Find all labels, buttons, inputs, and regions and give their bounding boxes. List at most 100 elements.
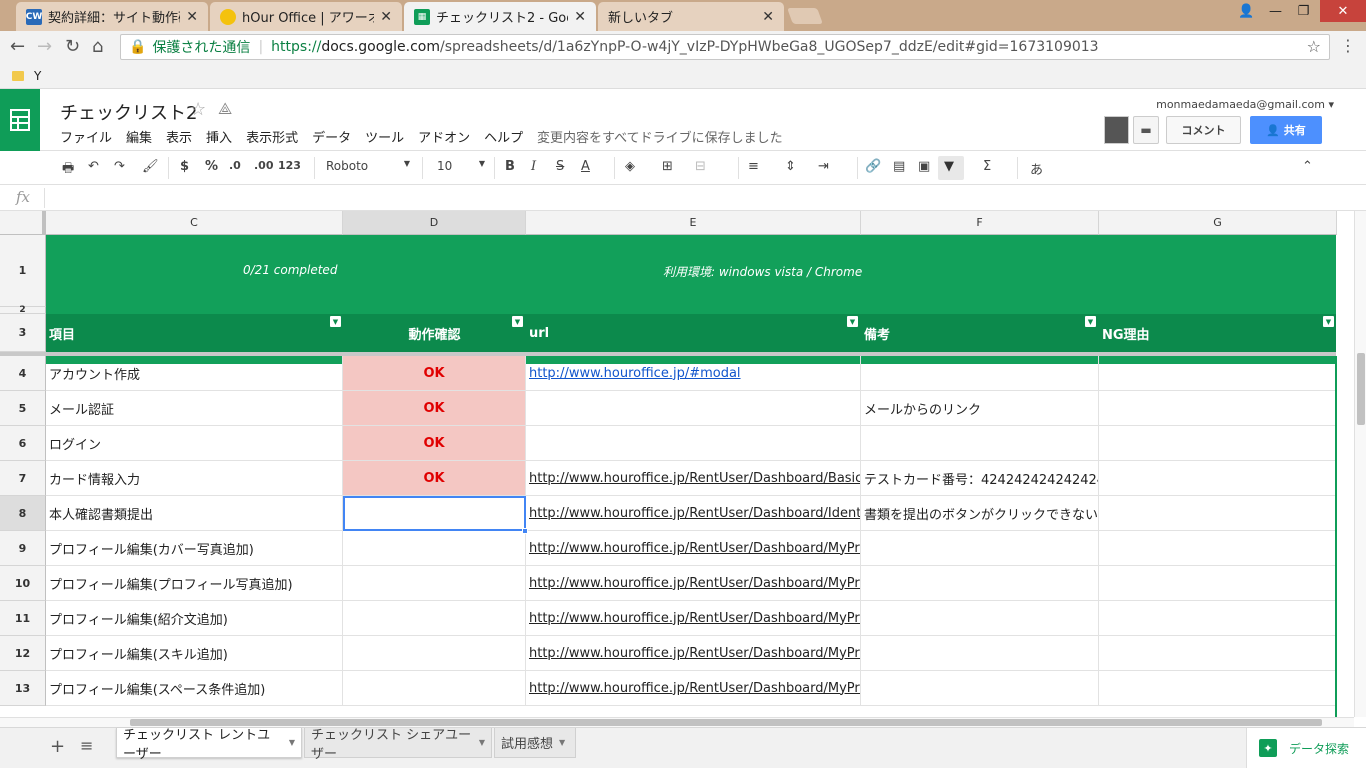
completed-count[interactable]: 0/21 completed bbox=[243, 263, 337, 277]
share-button[interactable]: 👤 共有 bbox=[1250, 116, 1322, 144]
cell-note[interactable]: テストカード番号：4242424242424242 bbox=[861, 461, 1099, 496]
sheet-tab-trial-feedback[interactable]: 試用感想 ▼ bbox=[494, 728, 576, 758]
cell-check[interactable]: OK bbox=[343, 391, 526, 426]
filter-dropdown-icon[interactable]: ▼ bbox=[1085, 316, 1096, 327]
browser-tab-contract[interactable]: CW 契約詳細：サイト動作確認 ✕ bbox=[16, 2, 208, 31]
decrease-decimal-button[interactable]: .0 bbox=[229, 159, 241, 172]
menu-dots-icon[interactable]: ⋮ bbox=[1340, 36, 1356, 55]
cell-item[interactable]: アカウント作成 bbox=[46, 356, 343, 391]
row-header[interactable]: 10 bbox=[0, 566, 46, 601]
save-status[interactable]: 変更内容をすべてドライブに保存しました bbox=[537, 127, 783, 146]
menu-help[interactable]: ヘルプ bbox=[484, 127, 523, 146]
undo-icon[interactable]: ↶ bbox=[88, 159, 99, 174]
all-sheets-icon[interactable]: ≡ bbox=[80, 736, 93, 755]
filter-dropdown-icon[interactable]: ▼ bbox=[330, 316, 341, 327]
url-link[interactable]: http://www.houroffice.jp/RentUser/Dashbo… bbox=[529, 506, 860, 521]
cell-url[interactable]: http://www.houroffice.jp/RentUser/Dashbo… bbox=[526, 636, 861, 671]
functions-icon[interactable]: Σ bbox=[983, 159, 991, 174]
bookmark-item[interactable]: Y bbox=[34, 69, 41, 83]
account-email[interactable]: monmaedamaeda@gmail.com ▾ bbox=[1156, 98, 1334, 111]
fill-color-icon[interactable]: ◈ bbox=[625, 159, 635, 174]
cell-item[interactable]: プロフィール編集(カバー写真追加) bbox=[46, 531, 343, 566]
comments-button[interactable]: コメント bbox=[1166, 116, 1241, 144]
add-sheet-icon[interactable]: + bbox=[50, 736, 65, 757]
url-bar[interactable]: 🔒 保護された通信 | https:// docs.google.com /sp… bbox=[120, 34, 1330, 60]
url-link[interactable]: http://www.houroffice.jp/RentUser/Dashbo… bbox=[529, 681, 860, 696]
chevron-down-icon[interactable]: ▼ bbox=[289, 738, 295, 747]
menu-addons[interactable]: アドオン bbox=[418, 127, 470, 146]
filter-dropdown-icon[interactable]: ▼ bbox=[1323, 316, 1334, 327]
cell-ng-reason[interactable] bbox=[1099, 496, 1336, 531]
cell-item[interactable]: プロフィール編集(スペース条件追加) bbox=[46, 671, 343, 706]
row-header[interactable]: 12 bbox=[0, 636, 46, 671]
paint-format-icon[interactable]: 🖌 bbox=[142, 159, 159, 174]
cell-ng-reason[interactable] bbox=[1099, 426, 1336, 461]
cell-url[interactable] bbox=[526, 426, 861, 461]
bold-button[interactable]: B bbox=[505, 159, 515, 174]
menu-file[interactable]: ファイル bbox=[60, 127, 112, 146]
comment-history-icon[interactable]: ▬ bbox=[1133, 116, 1159, 144]
url-link[interactable]: http://www.houroffice.jp/RentUser/Dashbo… bbox=[529, 471, 860, 486]
cell-check[interactable] bbox=[343, 671, 526, 706]
cell-url[interactable]: http://www.houroffice.jp/#modal bbox=[526, 356, 861, 391]
fill-handle[interactable] bbox=[522, 528, 528, 534]
filter-dropdown-icon[interactable]: ▼ bbox=[512, 316, 523, 327]
vertical-scroll-thumb[interactable] bbox=[1357, 353, 1365, 425]
cell-check[interactable] bbox=[343, 566, 526, 601]
row-header[interactable]: 11 bbox=[0, 601, 46, 636]
cell-note[interactable]: メールからのリンク bbox=[861, 391, 1099, 426]
home-icon[interactable]: ⌂ bbox=[92, 36, 103, 57]
close-window-icon[interactable]: ✕ bbox=[1320, 0, 1366, 22]
reload-icon[interactable]: ↻ bbox=[65, 36, 80, 57]
menu-edit[interactable]: 編集 bbox=[126, 127, 152, 146]
row-header[interactable]: 7 bbox=[0, 461, 46, 496]
close-tab-icon[interactable]: ✕ bbox=[762, 9, 774, 25]
cell-ng-reason[interactable] bbox=[1099, 671, 1336, 706]
insert-comment-icon[interactable]: ▤ bbox=[893, 159, 905, 174]
cell-check[interactable] bbox=[343, 531, 526, 566]
back-icon[interactable]: ← bbox=[10, 36, 25, 57]
sheets-home-icon[interactable] bbox=[0, 89, 40, 151]
percent-button[interactable]: % bbox=[205, 159, 218, 174]
strikethrough-button[interactable]: S bbox=[556, 159, 564, 174]
cell-url[interactable]: http://www.houroffice.jp/RentUser/Dashbo… bbox=[526, 566, 861, 601]
print-icon[interactable]: 🖶 bbox=[62, 159, 74, 181]
row-header[interactable]: 5 bbox=[0, 391, 46, 426]
chevron-down-icon[interactable]: ▼ bbox=[479, 738, 485, 747]
cell-note[interactable] bbox=[861, 356, 1099, 391]
menu-format[interactable]: 表示形式 bbox=[246, 127, 298, 146]
avatar[interactable] bbox=[1104, 116, 1129, 144]
header-ng-reason[interactable]: NG理由 bbox=[1099, 314, 1336, 352]
input-tools-button[interactable]: あ bbox=[1030, 159, 1043, 178]
menu-insert[interactable]: 挿入 bbox=[206, 127, 232, 146]
insert-chart-icon[interactable]: ▣ bbox=[918, 159, 930, 174]
close-tab-icon[interactable]: ✕ bbox=[574, 9, 586, 25]
column-header-e[interactable]: E bbox=[526, 211, 861, 235]
url-link[interactable]: http://www.houroffice.jp/#modal bbox=[529, 366, 741, 381]
cell-url[interactable]: http://www.houroffice.jp/RentUser/Dashbo… bbox=[526, 496, 861, 531]
url-link[interactable]: http://www.houroffice.jp/RentUser/Dashbo… bbox=[529, 611, 860, 626]
cell-item[interactable]: プロフィール編集(スキル追加) bbox=[46, 636, 343, 671]
minimize-icon[interactable]: — bbox=[1262, 0, 1289, 22]
profile-icon[interactable]: 👤 bbox=[1233, 0, 1260, 22]
url-link[interactable]: http://www.houroffice.jp/RentUser/Dashbo… bbox=[529, 541, 860, 556]
merge-cells-icon[interactable]: ⊟ bbox=[695, 159, 706, 174]
row-header[interactable]: 13 bbox=[0, 671, 46, 706]
cell-ng-reason[interactable] bbox=[1099, 601, 1336, 636]
cell-check[interactable]: OK bbox=[343, 426, 526, 461]
cell-url[interactable]: http://www.houroffice.jp/RentUser/Dashbo… bbox=[526, 461, 861, 496]
horizontal-align-icon[interactable]: ≡ bbox=[748, 159, 759, 174]
row-header-1[interactable]: 1 bbox=[0, 235, 46, 307]
environment-label[interactable]: 利用環境: windows vista / Chrome bbox=[663, 263, 862, 280]
menu-tools[interactable]: ツール bbox=[365, 127, 404, 146]
row-header-3[interactable]: 3 bbox=[0, 314, 46, 352]
cell-item[interactable]: 本人確認書類提出 bbox=[46, 496, 343, 531]
drive-folder-icon[interactable]: ⟁ bbox=[218, 99, 232, 119]
filter-dropdown-icon[interactable]: ▼ bbox=[847, 316, 858, 327]
header-check[interactable]: 動作確認 bbox=[343, 314, 526, 352]
star-icon[interactable]: ☆ bbox=[190, 99, 206, 120]
url-link[interactable]: http://www.houroffice.jp/RentUser/Dashbo… bbox=[529, 576, 860, 591]
vertical-align-icon[interactable]: ⇕ bbox=[785, 159, 796, 174]
new-tab-button[interactable] bbox=[787, 8, 823, 24]
insert-link-icon[interactable]: 🔗 bbox=[865, 159, 881, 174]
